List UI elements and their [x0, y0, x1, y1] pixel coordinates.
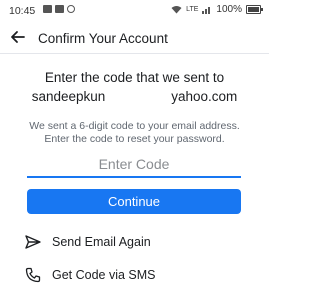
- get-code-sms-label: Get Code via SMS: [52, 268, 156, 282]
- arrow-left-icon[interactable]: [8, 27, 28, 47]
- status-bar: 10:45 LTE 100%: [0, 0, 269, 22]
- whatsapp-icon: [67, 5, 75, 13]
- status-time: 10:45: [9, 5, 36, 17]
- status-right: LTE 100%: [171, 4, 263, 15]
- send-email-again-label: Send Email Again: [52, 235, 151, 249]
- continue-button[interactable]: Continue: [27, 189, 241, 214]
- info-text: We sent a 6-digit code to your email add…: [29, 120, 240, 145]
- phone-icon: [25, 267, 41, 283]
- get-code-sms-button[interactable]: Get Code via SMS: [22, 264, 252, 286]
- header: Confirm Your Account: [0, 24, 269, 54]
- code-input[interactable]: [27, 152, 241, 178]
- wifi-icon: [171, 6, 182, 14]
- battery-level: 100%: [216, 4, 242, 15]
- signal-icon: [202, 7, 211, 14]
- send-email-again-button[interactable]: Send Email Again: [22, 231, 252, 253]
- gallery-icon: [43, 5, 52, 13]
- instruction-line: Enter the code that we sent to: [44, 70, 225, 85]
- send-icon: [25, 235, 41, 249]
- email-domain: yahoo.com: [171, 89, 238, 104]
- recipient-email: sandeepkun yahoo.com: [0, 89, 269, 104]
- youtube-icon: [55, 5, 64, 13]
- status-notification-icons: [43, 5, 75, 13]
- email-local-part: sandeepkun: [31, 89, 106, 104]
- page-title: Confirm Your Account: [38, 31, 168, 46]
- network-type: LTE: [186, 6, 199, 13]
- battery-icon: [246, 5, 263, 14]
